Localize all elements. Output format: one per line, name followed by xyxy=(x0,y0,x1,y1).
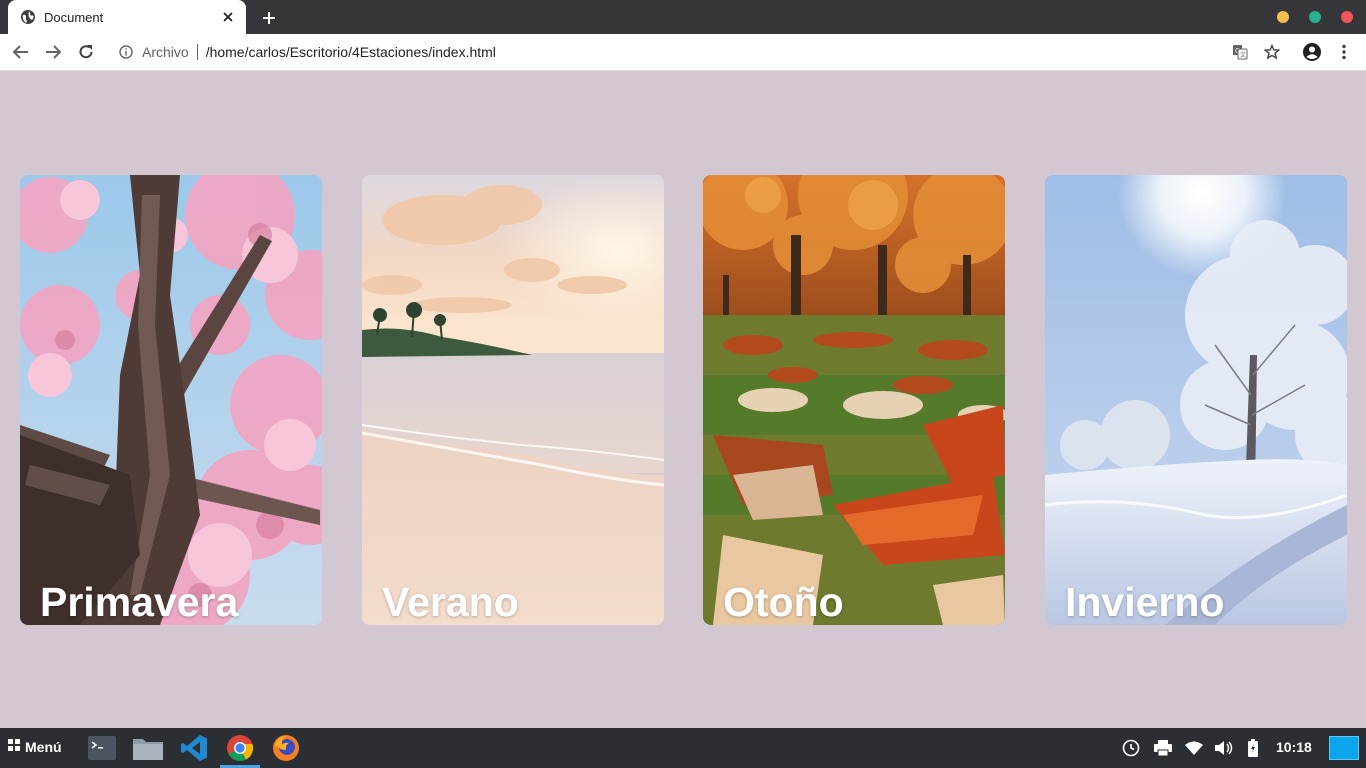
season-card-verano[interactable]: Verano xyxy=(362,175,664,625)
chrome-icon[interactable] xyxy=(220,732,260,768)
url-scheme-label: Archivo xyxy=(142,44,189,60)
otono-image xyxy=(703,175,1005,625)
season-label: Otoño xyxy=(723,579,844,625)
season-card-otono[interactable]: Otoño xyxy=(703,175,1005,625)
browser-toolbar: Archivo /home/carlos/Escritorio/4Estacio… xyxy=(0,34,1366,71)
taskbar: Menú 10:18 xyxy=(0,728,1366,768)
vscode-icon[interactable] xyxy=(177,732,211,764)
url-separator xyxy=(196,44,198,60)
start-menu-button[interactable]: Menú xyxy=(8,738,62,756)
menu-label: Menú xyxy=(25,739,62,755)
tab-title: Document xyxy=(44,9,104,25)
primavera-image xyxy=(20,175,322,625)
season-label: Primavera xyxy=(40,579,239,625)
invierno-image xyxy=(1045,175,1347,625)
globe-icon xyxy=(20,9,36,25)
arrow-right-icon[interactable] xyxy=(41,40,65,64)
season-label: Verano xyxy=(382,579,519,625)
grid-icon xyxy=(8,738,20,756)
clock-time[interactable]: 10:18 xyxy=(1276,739,1312,755)
window-maximize-button[interactable] xyxy=(1309,11,1321,23)
verano-image xyxy=(362,175,664,625)
kebab-menu-icon[interactable] xyxy=(1332,40,1356,64)
seasons-grid: Primavera Verano Otoño Invierno xyxy=(20,175,1347,625)
reload-icon[interactable] xyxy=(74,40,98,64)
address-bar[interactable]: Archivo /home/carlos/Escritorio/4Estacio… xyxy=(110,38,1210,66)
season-label: Invierno xyxy=(1065,579,1225,625)
firefox-icon[interactable] xyxy=(269,732,303,764)
terminal-icon[interactable] xyxy=(85,732,119,764)
window-close-button[interactable] xyxy=(1341,11,1353,23)
wifi-icon[interactable] xyxy=(1184,738,1204,758)
star-icon[interactable] xyxy=(1260,40,1284,64)
clock-alarm-icon[interactable] xyxy=(1121,738,1141,758)
season-card-invierno[interactable]: Invierno xyxy=(1045,175,1347,625)
season-card-primavera[interactable]: Primavera xyxy=(20,175,322,625)
info-icon[interactable] xyxy=(118,44,134,60)
show-desktop-button[interactable] xyxy=(1329,736,1359,760)
printer-icon[interactable] xyxy=(1153,738,1173,758)
translate-icon[interactable]: G文 xyxy=(1228,40,1252,64)
folder-icon[interactable] xyxy=(131,732,165,764)
browser-tab[interactable]: Document xyxy=(8,0,246,34)
close-icon[interactable] xyxy=(220,9,236,25)
plus-icon[interactable] xyxy=(258,7,280,29)
battery-icon[interactable] xyxy=(1243,738,1263,758)
volume-icon[interactable] xyxy=(1214,738,1234,758)
tab-strip: Document xyxy=(0,0,1366,34)
arrow-left-icon[interactable] xyxy=(9,40,33,64)
url-text[interactable]: /home/carlos/Escritorio/4Estaciones/inde… xyxy=(206,44,496,60)
account-icon[interactable] xyxy=(1300,40,1324,64)
window-minimize-button[interactable] xyxy=(1277,11,1289,23)
svg-text:文: 文 xyxy=(1240,51,1246,59)
